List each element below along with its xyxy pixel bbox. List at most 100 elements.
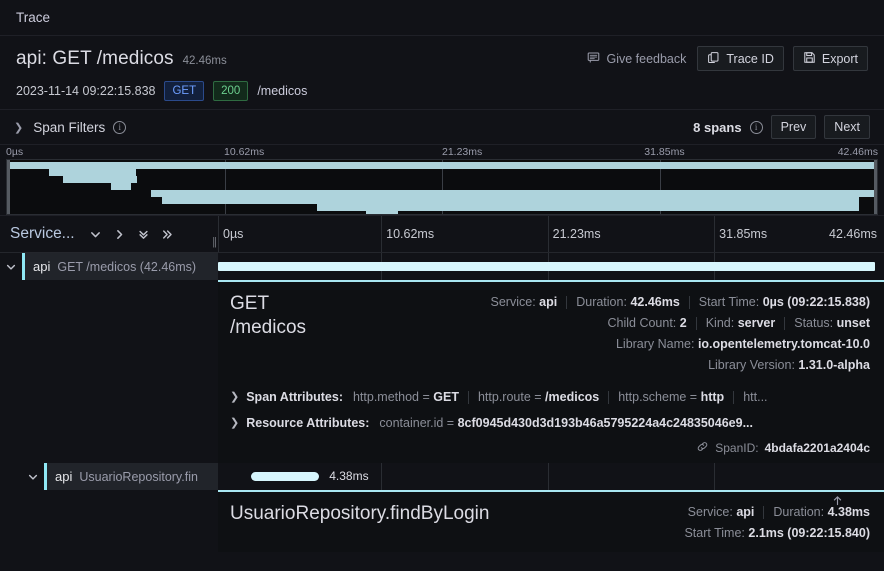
span-detail-title-wrap: UsuarioRepository.findByLogin (230, 502, 489, 544)
span-operation-name: GET /medicos (42.46ms) (57, 259, 197, 274)
span-filters-bar[interactable]: ❯ Span Filters i 8 spans i Prev Next (0, 109, 884, 145)
span-detail-meta-row: Library Version: 1.31.0-alpha (482, 355, 870, 376)
trace-title: api: GET /medicos (16, 47, 174, 69)
timeline-tick-2: 21.23ms (552, 227, 601, 241)
minimap-body[interactable] (6, 159, 878, 215)
export-button[interactable]: Export (792, 46, 868, 71)
timeline-tick-4: 42.46ms (829, 227, 877, 241)
meta-duration: Duration: 4.38ms (764, 502, 870, 523)
chevron-down-icon[interactable] (85, 223, 107, 245)
trace-route: /medicos (257, 84, 308, 98)
meta-value: 42.46ms (630, 295, 680, 309)
link-icon[interactable] (696, 440, 709, 456)
minimap-bar (62, 176, 138, 183)
scroll-up-icon[interactable] (831, 494, 844, 510)
attr-value: /medicos (545, 390, 600, 404)
meta-status: Status: unset (785, 313, 870, 334)
span-name-box[interactable]: api GET /medicos (42.46ms) (25, 253, 218, 280)
span-toggle-icon[interactable] (0, 261, 22, 273)
attr-value: http (700, 390, 725, 404)
trace-header: api: GET /medicos 42.46ms Give feedback (0, 36, 884, 109)
timeline-tick-line (547, 463, 549, 490)
meta-key: Start Time: (684, 526, 745, 540)
info-icon[interactable]: i (113, 120, 127, 134)
span-detail-meta-row: Start Time: 2.1ms (09:22:15.840) (675, 523, 870, 544)
meta-library-version: Library Version: 1.31.0-alpha (699, 355, 870, 376)
span-row-label[interactable]: api GET /medicos (42.46ms) (0, 253, 218, 280)
meta-library-name: Library Name: io.opentelemetry.tomcat-10… (607, 334, 870, 355)
timeline-tick-line (547, 216, 549, 252)
expand-all-icon[interactable] (157, 223, 179, 245)
trace-timestamp: 2023-11-14 09:22:15.838 (16, 84, 156, 98)
span-row[interactable]: api GET /medicos (42.46ms) (0, 253, 884, 280)
span-detail-title-line1: GET (230, 293, 270, 314)
resource-attributes-items: container.id = 8cf0945d430d3d193b46a5795… (376, 410, 762, 436)
span-name-box[interactable]: api UsuarioRepository.fin (47, 463, 218, 490)
trace-actions: Give feedback Trace ID Export (585, 46, 868, 71)
give-feedback-button[interactable]: Give feedback (585, 48, 688, 70)
span-row[interactable]: api UsuarioRepository.fin 4.38ms (0, 463, 884, 490)
span-row-label[interactable]: api UsuarioRepository.fin (0, 463, 218, 490)
minimap-axis: 0µs 10.62ms 21.23ms 31.85ms 42.46ms (6, 145, 878, 159)
http-method-badge: GET (164, 81, 205, 101)
minimap-tick-2: 21.23ms (442, 146, 483, 158)
spans-info-icon[interactable]: i (749, 120, 763, 134)
attr-key: container.id = (379, 416, 455, 430)
attr-key: http.scheme = (618, 390, 698, 404)
attr-value: GET (433, 390, 459, 404)
column-resize-handle[interactable]: || (212, 236, 217, 248)
minimap[interactable]: 0µs 10.62ms 21.23ms 31.85ms 42.46ms (0, 145, 884, 215)
span-detail-title-wrap: GET /medicos (230, 292, 306, 376)
meta-duration: Duration: 42.46ms (567, 292, 689, 313)
minimap-handle-right[interactable] (874, 160, 877, 214)
span-duration-bar[interactable] (250, 472, 320, 481)
minimap-bar (48, 169, 136, 176)
meta-kind: Kind: server (697, 313, 785, 334)
span-detail-panel: UsuarioRepository.findByLogin Service: a… (218, 490, 884, 552)
chevron-right-icon[interactable]: ❯ (230, 410, 239, 436)
minimap-tick-3: 31.85ms (644, 146, 685, 158)
attr-container-id: container.id = 8cf0945d430d3d193b46a5795… (376, 410, 762, 436)
next-span-button[interactable]: Next (824, 115, 870, 139)
timeline-tick-line (714, 216, 716, 252)
meta-key: Start Time: (698, 295, 760, 309)
chevron-right-icon[interactable]: ❯ (230, 384, 239, 410)
meta-service: Service: api (482, 292, 567, 313)
span-row-timeline[interactable]: 4.38ms (218, 463, 884, 490)
minimap-handle-left[interactable] (7, 160, 10, 214)
span-row-timeline[interactable] (218, 253, 884, 280)
attr-key: http.route = (477, 390, 542, 404)
meta-value: 0µs (09:22:15.838) (762, 295, 870, 309)
expand-one-level-icon[interactable] (133, 223, 155, 245)
meta-key: Duration: (576, 295, 627, 309)
span-service-name: api (33, 259, 51, 274)
trace-id-button[interactable]: Trace ID (697, 46, 784, 71)
attr-http-route: http.route = /medicos (469, 384, 608, 410)
meta-value: api (539, 295, 558, 309)
resource-attributes-row[interactable]: ❯ Resource Attributes: container.id = 8c… (230, 410, 870, 436)
collapse-all-icon[interactable] (109, 223, 131, 245)
span-id-row[interactable]: SpanID: 4bdafa2201a2404c (218, 440, 884, 463)
span-duration-bar[interactable] (218, 262, 875, 271)
service-column-header: Service... || (0, 216, 218, 252)
trace-duration: 42.46ms (182, 54, 227, 67)
meta-value: 2.1ms (09:22:15.840) (748, 526, 870, 540)
span-id-value: 4bdafa2201a2404c (764, 441, 870, 455)
prev-span-button[interactable]: Prev (770, 115, 817, 139)
meta-service: Service: api (679, 502, 764, 523)
timeline-tick-line (218, 216, 219, 252)
copy-icon (707, 51, 720, 67)
span-duration-label: 4.38ms (329, 469, 369, 483)
attr-http-method: http.method = GET (350, 384, 468, 410)
chevron-right-icon[interactable]: ❯ (14, 121, 23, 134)
span-attributes-row[interactable]: ❯ Span Attributes: http.method = GET htt… (230, 384, 870, 410)
timeline-tick-3: 31.85ms (719, 227, 768, 241)
timeline-tick-line (381, 216, 383, 252)
meta-value: server (737, 316, 776, 330)
minimap-bar (7, 162, 877, 169)
spans-table-header: Service... || 0µs 10.62ms 21.23ms 31.85m (0, 215, 884, 253)
span-detail-title: UsuarioRepository.findByLogin (230, 503, 490, 524)
attr-key: http.method = (352, 390, 430, 404)
span-toggle-icon[interactable] (22, 471, 44, 483)
meta-start-time: Start Time: 2.1ms (09:22:15.840) (675, 523, 870, 544)
